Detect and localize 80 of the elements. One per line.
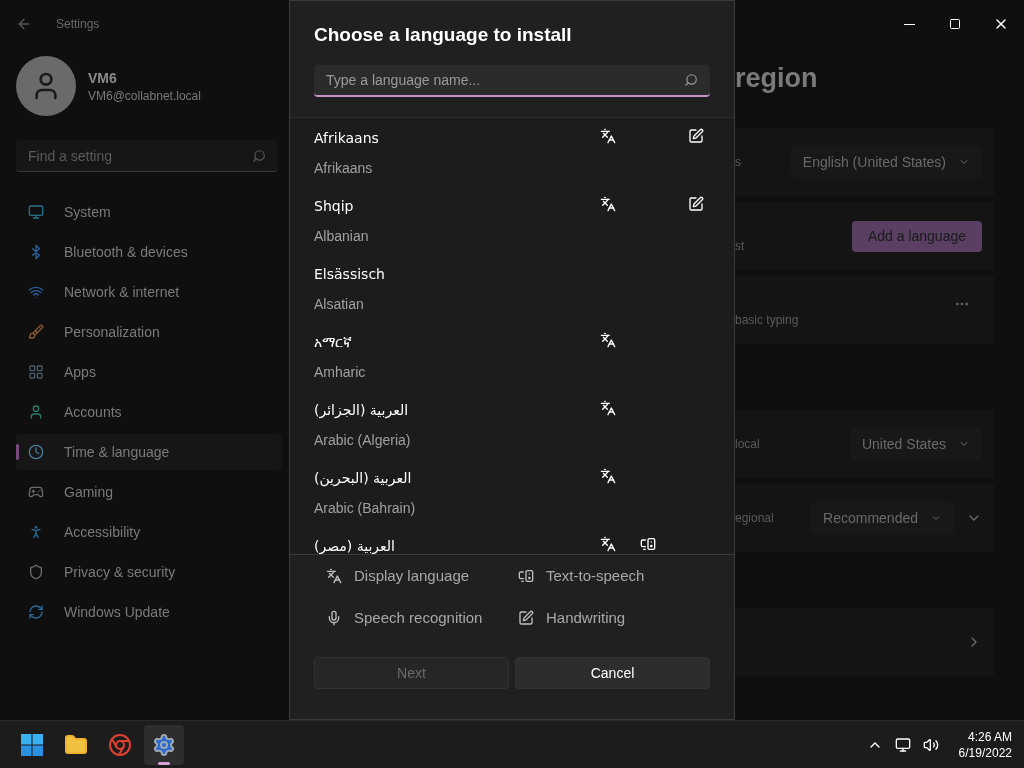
speaking-monitor-icon bbox=[518, 567, 534, 584]
page-heading: region bbox=[735, 62, 819, 95]
language-english-name: Afrikaans bbox=[314, 158, 373, 178]
accessibility-icon bbox=[28, 524, 44, 540]
language-english-name: Amharic bbox=[314, 362, 366, 382]
nav-item[interactable]: Network & internet bbox=[16, 274, 282, 310]
nav-item[interactable]: Apps bbox=[16, 354, 282, 390]
language-item[interactable]: العربية (مصر) bbox=[290, 525, 734, 554]
nav-item[interactable]: Bluetooth & devices bbox=[16, 234, 282, 270]
selection-bar bbox=[16, 444, 19, 460]
nav-item[interactable]: Gaming bbox=[16, 474, 282, 510]
nav-item[interactable]: Time & language bbox=[16, 434, 282, 470]
language-english-name: Arabic (Algeria) bbox=[314, 430, 411, 450]
dialog-button[interactable]: Cancel bbox=[515, 656, 710, 689]
window-title: Settings bbox=[56, 16, 100, 32]
dialog-title: Choose a language to install bbox=[314, 23, 573, 47]
language-name: Shqip bbox=[314, 196, 354, 216]
nav-item[interactable]: System bbox=[16, 194, 282, 230]
search-field[interactable]: Find a setting bbox=[16, 140, 278, 172]
language-name: Afrikaans bbox=[314, 128, 379, 148]
monitor-icon bbox=[28, 204, 44, 220]
volume-icon[interactable] bbox=[922, 736, 939, 753]
wifi-icon bbox=[28, 284, 44, 300]
active-indicator bbox=[158, 761, 170, 765]
language-english-name: Arabic (Bahrain) bbox=[314, 498, 416, 518]
folder-icon bbox=[64, 732, 88, 757]
taskbar-app[interactable] bbox=[144, 724, 184, 765]
windows-logo-icon bbox=[20, 732, 44, 757]
language-name: Elsässisch bbox=[314, 264, 385, 284]
user-email: VM6@collabnet.local bbox=[88, 88, 201, 104]
user-name: VM6 bbox=[88, 69, 118, 88]
language-english-name: Alsatian bbox=[314, 294, 364, 314]
legend-label: Speech recognition bbox=[354, 608, 483, 628]
nav-item[interactable]: Accessibility bbox=[16, 514, 282, 550]
person-icon bbox=[28, 404, 44, 420]
gear-icon bbox=[152, 732, 176, 757]
dropdown[interactable]: English (United States) bbox=[790, 146, 982, 178]
language-english-name: Albanian bbox=[314, 226, 369, 246]
apps-icon bbox=[28, 364, 44, 380]
card-label: local bbox=[735, 436, 760, 452]
clock-icon bbox=[28, 444, 44, 460]
avatar bbox=[16, 56, 76, 116]
minimize-icon bbox=[903, 23, 915, 25]
nav-item[interactable]: Privacy & security bbox=[16, 554, 282, 590]
pen-icon bbox=[518, 610, 534, 627]
language-item[interactable]: አማርኛ Amharic bbox=[290, 321, 734, 390]
language-item[interactable]: Shqip Albanian bbox=[290, 185, 734, 254]
search-icon bbox=[252, 148, 266, 163]
back-icon[interactable] bbox=[16, 16, 32, 32]
language-name: العربية (البحرين) bbox=[314, 468, 412, 488]
language-name: አማርኛ bbox=[314, 332, 352, 352]
language-name: العربية (مصر) bbox=[314, 536, 395, 554]
nav-item[interactable]: Personalization bbox=[16, 314, 282, 350]
clock-date: 6/19/2022 bbox=[958, 744, 1012, 761]
brush-icon bbox=[28, 324, 44, 340]
search-icon bbox=[684, 72, 698, 87]
gamepad-icon bbox=[28, 484, 44, 500]
nav-item[interactable]: Accounts bbox=[16, 394, 282, 430]
maximize-icon bbox=[949, 18, 961, 30]
card-label: s bbox=[735, 154, 741, 170]
microphone-icon bbox=[326, 610, 342, 627]
language-icon bbox=[326, 567, 342, 584]
network-icon[interactable] bbox=[894, 736, 911, 753]
legend-label: Text-to-speech bbox=[546, 565, 645, 586]
shield-icon bbox=[28, 564, 44, 580]
nav-item[interactable]: Windows Update bbox=[16, 594, 282, 630]
browser-icon bbox=[108, 732, 132, 757]
card-label: basic typing bbox=[735, 312, 799, 328]
legend-label: Display language bbox=[354, 565, 470, 586]
update-icon bbox=[28, 604, 44, 620]
dropdown[interactable]: United States bbox=[849, 428, 982, 460]
language-name: العربية (الجزائر) bbox=[314, 400, 409, 420]
dropdown[interactable]: Recommended bbox=[811, 502, 954, 534]
language-search-field[interactable]: Type a language name... bbox=[314, 64, 710, 97]
card-label: st bbox=[735, 238, 745, 254]
language-item[interactable]: Afrikaans Afrikaans bbox=[290, 117, 734, 186]
legend-label: Handwriting bbox=[546, 608, 626, 628]
clock-time: 4:26 AM bbox=[967, 728, 1012, 745]
card-label: egional bbox=[735, 510, 774, 526]
language-item[interactable]: Elsässisch Alsatian bbox=[290, 253, 734, 322]
